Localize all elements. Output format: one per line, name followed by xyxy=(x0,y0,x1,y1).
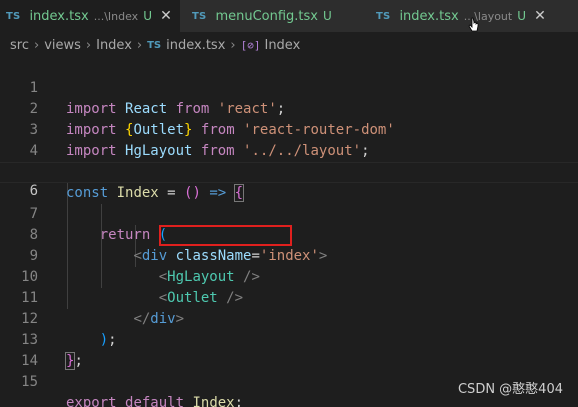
code-line-1: 1 import React from 'react'; xyxy=(0,57,578,117)
untracked-status: U xyxy=(322,9,332,23)
line-number: 15 xyxy=(21,374,38,390)
untracked-status: U xyxy=(143,9,152,23)
tab-label: menuConfig.tsx xyxy=(215,8,318,24)
code-line-2: 2 import {Outlet} from 'react-router-dom… xyxy=(0,78,578,138)
chevron-right-icon: › xyxy=(136,37,143,53)
typescript-icon: TS xyxy=(376,10,391,22)
code-line-12: 12 ); xyxy=(0,288,578,348)
typescript-icon: TS xyxy=(192,10,207,22)
code-line-5: 5 const Index = () => { xyxy=(0,141,578,202)
close-icon[interactable]: ✕ xyxy=(158,8,174,24)
watermark: CSDN @憨憨404 xyxy=(457,382,563,397)
breadcrumb-symbol[interactable]: Index xyxy=(264,38,300,53)
breadcrumb-src[interactable]: src xyxy=(10,38,29,53)
breadcrumb-index-folder[interactable]: Index xyxy=(96,38,132,53)
tab-description: ...\Index xyxy=(93,9,139,23)
tab-bar: TS index.tsx ...\Index U ✕ TS menuConfig… xyxy=(0,0,578,32)
code-line-11: 11 </div> xyxy=(0,267,578,327)
code-line-7: 7 return ( xyxy=(0,183,578,243)
mouse-pointer-icon xyxy=(468,17,479,32)
typescript-icon: TS xyxy=(6,10,21,22)
tab-label: index.tsx xyxy=(29,8,89,24)
code-line-4: 4 xyxy=(0,120,578,159)
breadcrumb-file[interactable]: index.tsx xyxy=(166,38,225,53)
close-icon[interactable]: ✕ xyxy=(532,8,548,24)
untracked-status: U xyxy=(517,9,527,23)
breadcrumb: src › views › Index › TS index.tsx › [⊘]… xyxy=(0,32,578,58)
code-line-10: 10 <Outlet /> xyxy=(0,246,578,306)
annotation-highlight-box xyxy=(159,225,292,246)
code-line-13: 13 }; xyxy=(0,309,578,370)
chevron-right-icon: › xyxy=(85,37,92,53)
code-line-14: 14 xyxy=(0,330,578,369)
editor-window: TS index.tsx ...\Index U ✕ TS menuConfig… xyxy=(0,0,578,407)
variable-symbol-icon: [⊘] xyxy=(240,38,261,52)
code-line-6-current: 6 xyxy=(0,162,578,199)
code-line-8: 8 <div className='index'> xyxy=(0,204,578,264)
code-line-3: 3 import HgLayout from '../../layout'; xyxy=(0,99,578,159)
chevron-right-icon: › xyxy=(230,37,236,53)
chevron-right-icon: › xyxy=(33,37,40,53)
code-line-15: 15 export default Index; xyxy=(0,351,578,407)
code-editor[interactable]: 1 import React from 'react'; 2 import {O… xyxy=(0,57,578,407)
tab-index-tsx-index[interactable]: TS index.tsx ...\Index U ✕ xyxy=(0,0,180,32)
tab-label: index.tsx xyxy=(399,8,459,24)
typescript-icon: TS xyxy=(147,39,162,51)
breadcrumb-views[interactable]: views xyxy=(44,38,81,53)
tab-menuconfig-tsx[interactable]: TS menuConfig.tsx U xyxy=(180,0,358,32)
